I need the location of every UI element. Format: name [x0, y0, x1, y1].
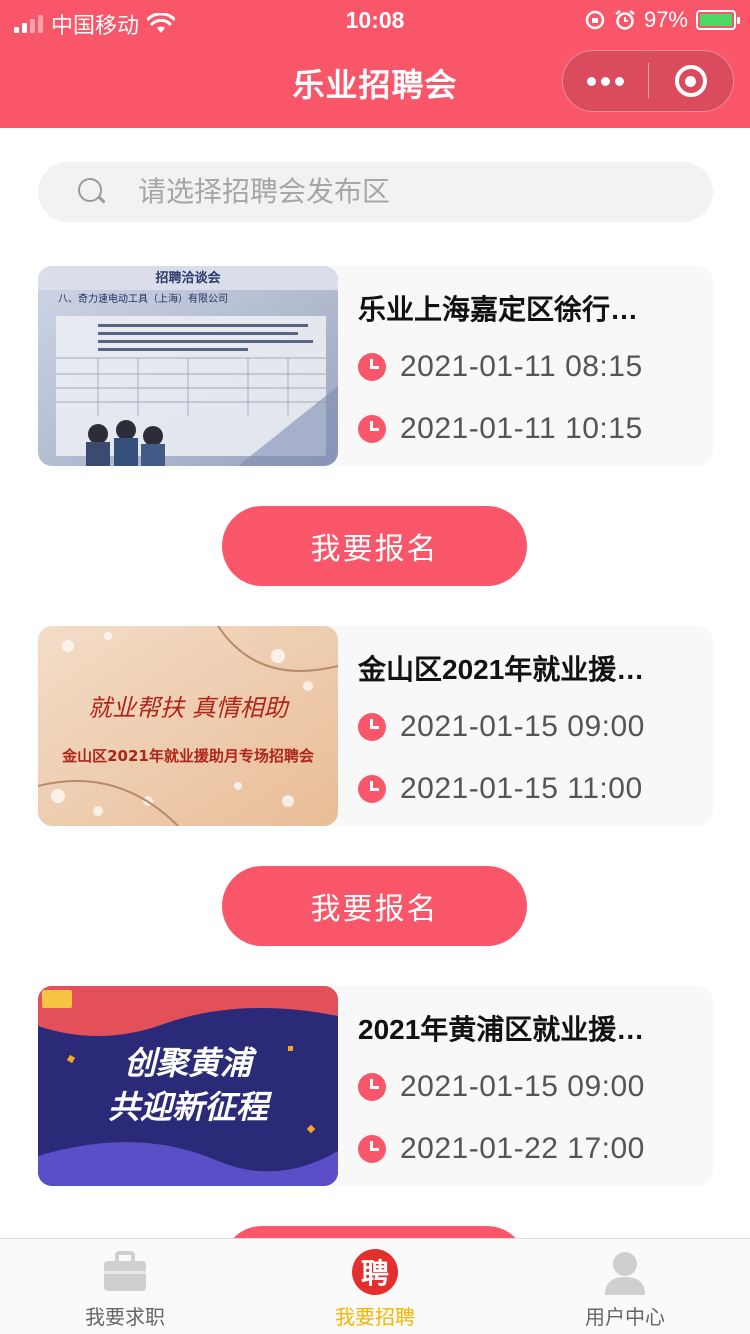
- fair-start-time: 2021-01-11 08:15: [358, 350, 643, 384]
- rotation-lock-icon: [585, 10, 605, 30]
- end-time-text: 2021-01-15 11:00: [400, 772, 643, 805]
- clock-icon: [358, 713, 386, 741]
- fair-thumbnail: 招聘洽谈会 八、奇力速电动工具（上海）有限公司: [38, 266, 338, 466]
- fair-start-time: 2021-01-15 09:00: [358, 1070, 645, 1104]
- end-time-text: 2021-01-11 10:15: [400, 412, 643, 445]
- mini-program-capsule: [562, 50, 734, 112]
- clock-icon: [358, 1135, 386, 1163]
- more-dots-icon: [586, 76, 624, 86]
- thumb-slogan: 就业帮扶 真情相助: [88, 694, 290, 722]
- signup-button[interactable]: 我要报名: [222, 866, 527, 946]
- fair-thumbnail: 创聚黄浦 共迎新征程: [38, 986, 338, 1186]
- more-button[interactable]: [563, 51, 648, 111]
- search-input[interactable]: [138, 176, 638, 208]
- battery-icon: [696, 10, 740, 30]
- pin-recruit-icon: 聘: [350, 1249, 400, 1295]
- thumb-subtitle: 共迎新征程: [108, 1088, 273, 1126]
- user-icon: [605, 1252, 645, 1295]
- close-button[interactable]: [649, 51, 734, 111]
- tab-label: 用户中心: [585, 1307, 665, 1329]
- tab-recruit[interactable]: 聘 我要招聘: [250, 1239, 500, 1334]
- status-bar: 中国移动 10:08 97%: [0, 0, 750, 42]
- start-time-text: 2021-01-15 09:00: [400, 710, 645, 743]
- battery-percent: 97%: [643, 7, 688, 32]
- fair-card[interactable]: 招聘洽谈会 八、奇力速电动工具（上海）有限公司 乐业上海嘉定区徐行… 2021-…: [38, 266, 713, 466]
- end-time-text: 2021-01-22 17:00: [400, 1132, 645, 1165]
- fair-card[interactable]: 创聚黄浦 共迎新征程 2021年黄浦区就业援… 2021-01-15 09:00…: [38, 986, 713, 1186]
- tab-user-center[interactable]: 用户中心: [500, 1239, 750, 1334]
- fair-end-time: 2021-01-22 17:00: [358, 1132, 645, 1166]
- fair-end-time: 2021-01-15 11:00: [358, 772, 643, 806]
- tab-bar: 我要求职 聘 我要招聘 用户中心: [0, 1238, 750, 1334]
- thumb-heading: 招聘洽谈会: [155, 270, 221, 286]
- tab-find-job[interactable]: 我要求职: [0, 1239, 250, 1334]
- fair-thumbnail: 就业帮扶 真情相助 金山区2021年就业援助月专场招聘会: [38, 626, 338, 826]
- fair-title: 金山区2021年就业援…: [358, 654, 645, 685]
- recruit-icon-char: 聘: [352, 1249, 398, 1295]
- fair-card[interactable]: 就业帮扶 真情相助 金山区2021年就业援助月专场招聘会 金山区2021年就业援…: [38, 626, 713, 826]
- tab-label: 我要招聘: [335, 1307, 415, 1329]
- search-bar[interactable]: [38, 162, 713, 222]
- signup-button[interactable]: 我要报名: [222, 506, 527, 586]
- search-icon: [78, 178, 106, 206]
- tab-label: 我要求职: [85, 1307, 165, 1329]
- fair-start-time: 2021-01-15 09:00: [358, 710, 645, 744]
- clock-icon: [358, 415, 386, 443]
- briefcase-icon: [104, 1251, 146, 1291]
- fair-title: 乐业上海嘉定区徐行…: [358, 294, 639, 325]
- alarm-icon: [615, 10, 635, 30]
- fair-title: 2021年黄浦区就业援…: [358, 1014, 645, 1045]
- thumb-slogan: 创聚黄浦: [124, 1044, 257, 1082]
- thumb-subtitle: 金山区2021年就业援助月专场招聘会: [61, 747, 314, 765]
- target-circle-icon: [674, 65, 707, 97]
- clock-icon: [358, 353, 386, 381]
- fair-end-time: 2021-01-11 10:15: [358, 412, 643, 446]
- clock-icon: [358, 1073, 386, 1101]
- start-time-text: 2021-01-15 09:00: [400, 1070, 645, 1103]
- thumb-company: 八、奇力速电动工具（上海）有限公司: [58, 292, 228, 305]
- start-time-text: 2021-01-11 08:15: [400, 350, 643, 383]
- top-bar: 中国移动 10:08 97% 乐业招聘会: [0, 0, 750, 128]
- clock-icon: [358, 775, 386, 803]
